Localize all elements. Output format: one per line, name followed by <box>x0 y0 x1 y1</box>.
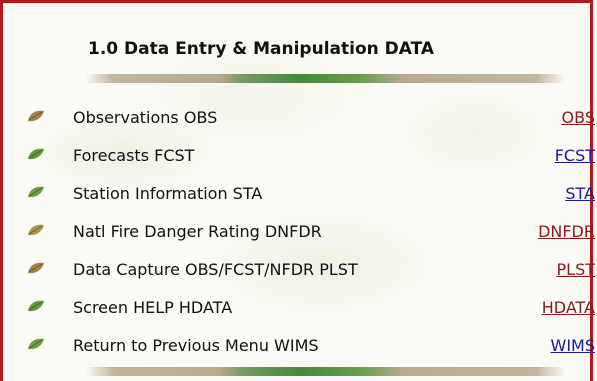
menu-item-label: Station Information STA <box>73 184 263 203</box>
obs-link[interactable]: OBS <box>562 108 595 127</box>
dnfdr-link[interactable]: DNFDR <box>538 222 595 241</box>
leaf-brown-icon <box>28 110 44 122</box>
menu-item-return-previous: Return to Previous Menu WIMS WIMS <box>3 333 596 359</box>
hdata-link[interactable]: HDATA <box>542 298 595 317</box>
menu-item-label: Natl Fire Danger Rating DNFDR <box>73 222 322 241</box>
sta-link[interactable]: STA <box>565 184 595 203</box>
menu-item-screen-help: Screen HELP HDATA HDATA <box>3 295 596 321</box>
menu-item-forecasts: Forecasts FCST FCST <box>3 143 596 169</box>
menu-item-label: Forecasts FCST <box>73 146 195 165</box>
menu-item-data-capture: Data Capture OBS/FCST/NFDR PLST PLST <box>3 257 596 283</box>
leaf-brown-icon <box>28 224 44 236</box>
menu-item-fire-danger-rating: Natl Fire Danger Rating DNFDR DNFDR <box>3 219 596 245</box>
menu-item-observations: Observations OBS OBS <box>3 105 596 131</box>
menu-item-label: Observations OBS <box>73 108 218 127</box>
wims-link[interactable]: WIMS <box>551 336 596 355</box>
menu-panel: 1.0 Data Entry & Manipulation DATA Obser… <box>0 0 596 381</box>
leaf-green-icon <box>28 300 44 312</box>
menu-item-label: Data Capture OBS/FCST/NFDR PLST <box>73 260 358 279</box>
menu-item-label: Return to Previous Menu WIMS <box>73 336 319 355</box>
leaf-green-icon <box>28 338 44 350</box>
menu-item-station-information: Station Information STA STA <box>3 181 596 207</box>
fcst-link[interactable]: FCST <box>555 146 595 165</box>
leaf-brown-icon <box>28 262 44 274</box>
decorative-divider-top <box>85 74 565 83</box>
leaf-green-icon <box>28 148 44 160</box>
menu-item-label: Screen HELP HDATA <box>73 298 233 317</box>
decorative-divider-bottom <box>85 367 565 376</box>
menu-title: 1.0 Data Entry & Manipulation DATA <box>88 39 435 59</box>
leaf-green-icon <box>28 186 44 198</box>
plst-link[interactable]: PLST <box>557 260 596 279</box>
